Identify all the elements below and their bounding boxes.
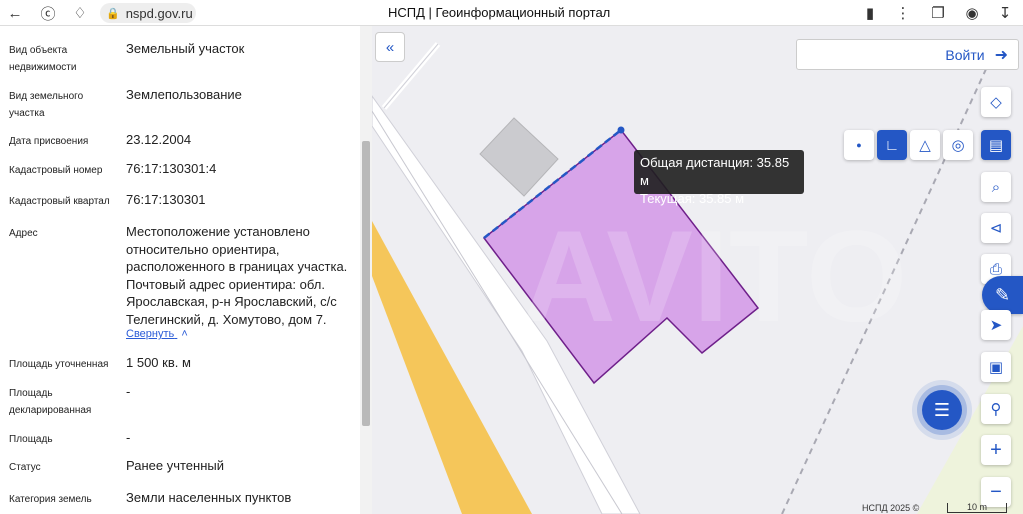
extensions-icon[interactable]: ❐	[928, 3, 948, 23]
downloads-icon[interactable]: ↧	[995, 3, 1015, 23]
page-title: НСПД | Геоинформационный портал	[388, 5, 611, 20]
measure-radius-button[interactable]: ◎	[943, 130, 973, 160]
collapse-link[interactable]: Свернуть ˄	[126, 328, 188, 340]
panel-scrollbar[interactable]	[360, 26, 372, 514]
chat-icon: ✎	[994, 284, 1011, 305]
back-arrow-icon[interactable]: ←	[5, 3, 25, 23]
watermark-logo: AVITO	[522, 203, 907, 349]
property-label: Площадь уточненная	[9, 359, 109, 370]
point-icon: ●	[856, 140, 862, 150]
login-label: Войти	[945, 46, 985, 63]
menu-button[interactable]: ☰	[922, 390, 962, 430]
share-button[interactable]: ⊲	[981, 213, 1011, 243]
property-value: -	[126, 384, 131, 399]
property-value: 76:17:130301	[126, 192, 206, 207]
menu-icon: ☰	[933, 399, 951, 420]
collapse-label: Свернуть	[126, 328, 175, 340]
radius-icon: ◎	[951, 137, 965, 154]
measure-point[interactable]	[617, 126, 625, 134]
property-label: Статус	[9, 462, 41, 473]
minus-icon: −	[990, 480, 1002, 503]
address-bar[interactable]: 🔒 nspd.gov.ru	[100, 3, 196, 23]
map-canvas[interactable]: AVITO	[372, 26, 1023, 514]
login-button[interactable]: Войти ➜	[796, 39, 1019, 70]
layers-button[interactable]: ◇	[981, 87, 1011, 117]
login-icon: ➜	[994, 46, 1008, 64]
ruler-icon: ▤	[988, 137, 1004, 154]
chevron-up-icon: ˄	[181, 328, 188, 340]
ruler-button[interactable]: ▤	[981, 130, 1011, 160]
property-label: Адрес	[9, 228, 38, 239]
bookmark-outline-icon[interactable]: ♢	[70, 3, 90, 23]
property-label: Вид объекта недвижимости	[9, 45, 77, 73]
scrollbar-thumb[interactable]	[362, 141, 370, 426]
property-value: Земельный участок	[126, 41, 245, 56]
property-value: Местоположение установлено относительно …	[126, 224, 348, 327]
measure-area-button[interactable]: △	[910, 130, 940, 160]
property-value: 23.12.2004	[126, 132, 192, 147]
property-label: Кадастровый номер	[9, 165, 103, 176]
minimap-icon: ▣	[988, 359, 1004, 376]
property-value: 76:17:130301:4	[126, 161, 217, 176]
search-area-icon: ⌕	[991, 178, 1001, 196]
chat-side-button[interactable]: ✎	[982, 276, 1023, 314]
property-label: Категория земель	[9, 494, 92, 505]
map-view[interactable]: AVITO « Войти ➜ ◇ ● ∟ △ ◎ ▤ ⌕ ⊲ ⎙ ✎ ➤ ▣ …	[372, 26, 1023, 514]
property-label: Вид земельного участка	[9, 91, 84, 119]
collapse-panel-button[interactable]: «	[375, 32, 405, 62]
current-distance: Текущая: 35.85 м	[640, 191, 745, 206]
lock-icon: 🔒	[106, 7, 120, 20]
browser-toolbar: ← ⓒ ♢ 🔒 nspd.gov.ru НСПД | Геоинформацио…	[0, 0, 1023, 26]
zoom-in-button[interactable]: +	[981, 435, 1011, 465]
building	[479, 117, 559, 197]
property-value: Ранее учтенный	[126, 458, 224, 473]
find-location-button[interactable]: ⚲	[981, 394, 1011, 424]
search-area-button[interactable]: ⌕	[981, 172, 1011, 202]
scale-bar: 10 m	[947, 503, 1007, 513]
area-icon: △	[919, 137, 931, 154]
plus-icon: +	[990, 438, 1002, 461]
ruler-angle-icon: ∟	[884, 136, 900, 154]
measure-point-button[interactable]: ●	[844, 130, 874, 160]
property-value: Землепользование	[126, 87, 242, 102]
property-value: -	[126, 430, 131, 445]
total-distance: Общая дистанция: 35.85 м	[640, 155, 790, 188]
double-chevron-left-icon: «	[385, 38, 395, 56]
location-search-icon: ⚲	[990, 401, 1002, 418]
yandex-icon[interactable]: ⓒ	[38, 3, 58, 23]
share-icon: ⊲	[989, 220, 1003, 237]
property-value: Земли населенных пунктов	[126, 490, 292, 505]
property-label: Кадастровый квартал	[9, 196, 110, 207]
measure-distance-button[interactable]: ∟	[877, 130, 907, 160]
property-label: Площадь	[9, 434, 53, 445]
locate-button[interactable]: ➤	[981, 310, 1011, 340]
property-label: Дата присвоения	[9, 136, 89, 147]
navigation-arrow-icon: ➤	[989, 317, 1003, 334]
property-value: 1 500 кв. м	[126, 355, 191, 370]
print-icon: ⎙	[989, 260, 1002, 278]
layers-icon: ◇	[990, 94, 1002, 111]
copyright: НСПД 2025 ©	[862, 503, 920, 513]
profile-icon[interactable]: ◉	[962, 3, 982, 23]
object-info-panel: Вид объекта недвижимости Земельный участ…	[0, 26, 372, 514]
bookmark-icon[interactable]: ▮	[860, 3, 880, 23]
distance-tooltip: Общая дистанция: 35.85 м Текущая: 35.85 …	[634, 150, 804, 206]
more-icon[interactable]: ⋮	[893, 3, 913, 23]
url-text: nspd.gov.ru	[125, 5, 193, 21]
minimap-button[interactable]: ▣	[981, 352, 1011, 382]
property-label: Площадь декларированная	[9, 388, 92, 416]
